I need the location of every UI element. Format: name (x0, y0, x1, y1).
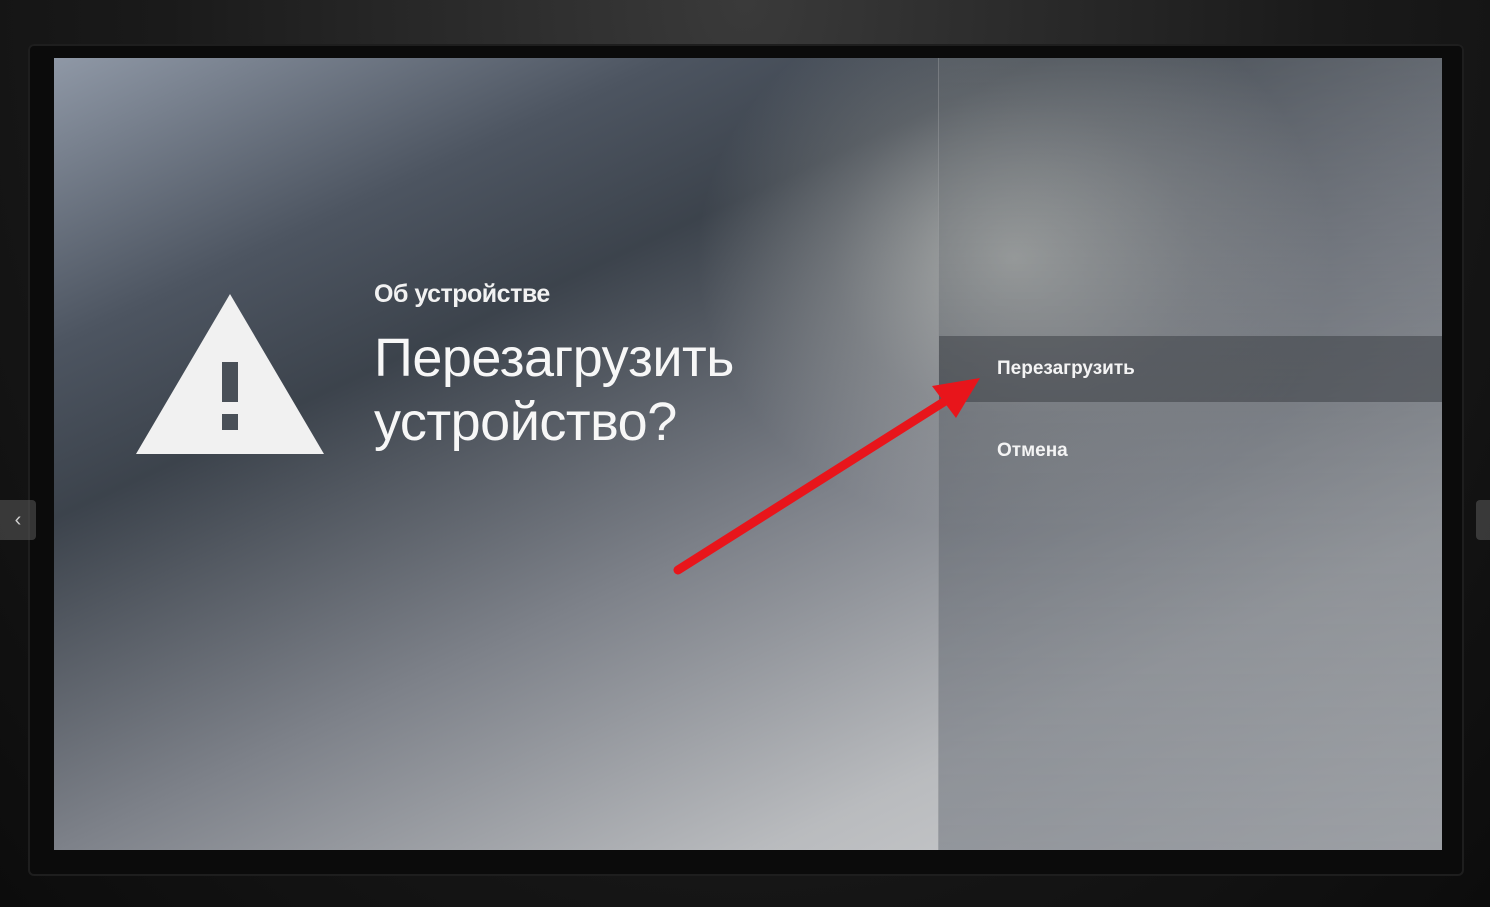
tv-brand-logo (720, 880, 850, 904)
cancel-button[interactable]: Отмена (939, 418, 1442, 484)
tv-screen: Об устройстве Перезагрузить устройство? … (54, 58, 1442, 850)
restart-button-label: Перезагрузить (997, 358, 1135, 379)
photo-of-tv: Об устройстве Перезагрузить устройство? … (0, 0, 1490, 907)
warning-triangle-icon (136, 294, 324, 454)
dialog-info-panel: Об устройстве Перезагрузить устройство? (54, 58, 938, 850)
section-label: Об устройстве (374, 280, 550, 308)
previous-image-button[interactable]: ‹ (0, 500, 36, 540)
next-image-button[interactable] (1476, 500, 1490, 540)
dialog-title: Перезагрузить устройство? (374, 328, 734, 452)
chevron-left-icon: ‹ (14, 508, 22, 531)
cancel-button-label: Отмена (997, 440, 1068, 461)
restart-button[interactable]: Перезагрузить (939, 336, 1442, 402)
dialog-actions-panel: Перезагрузить Отмена (938, 58, 1442, 850)
